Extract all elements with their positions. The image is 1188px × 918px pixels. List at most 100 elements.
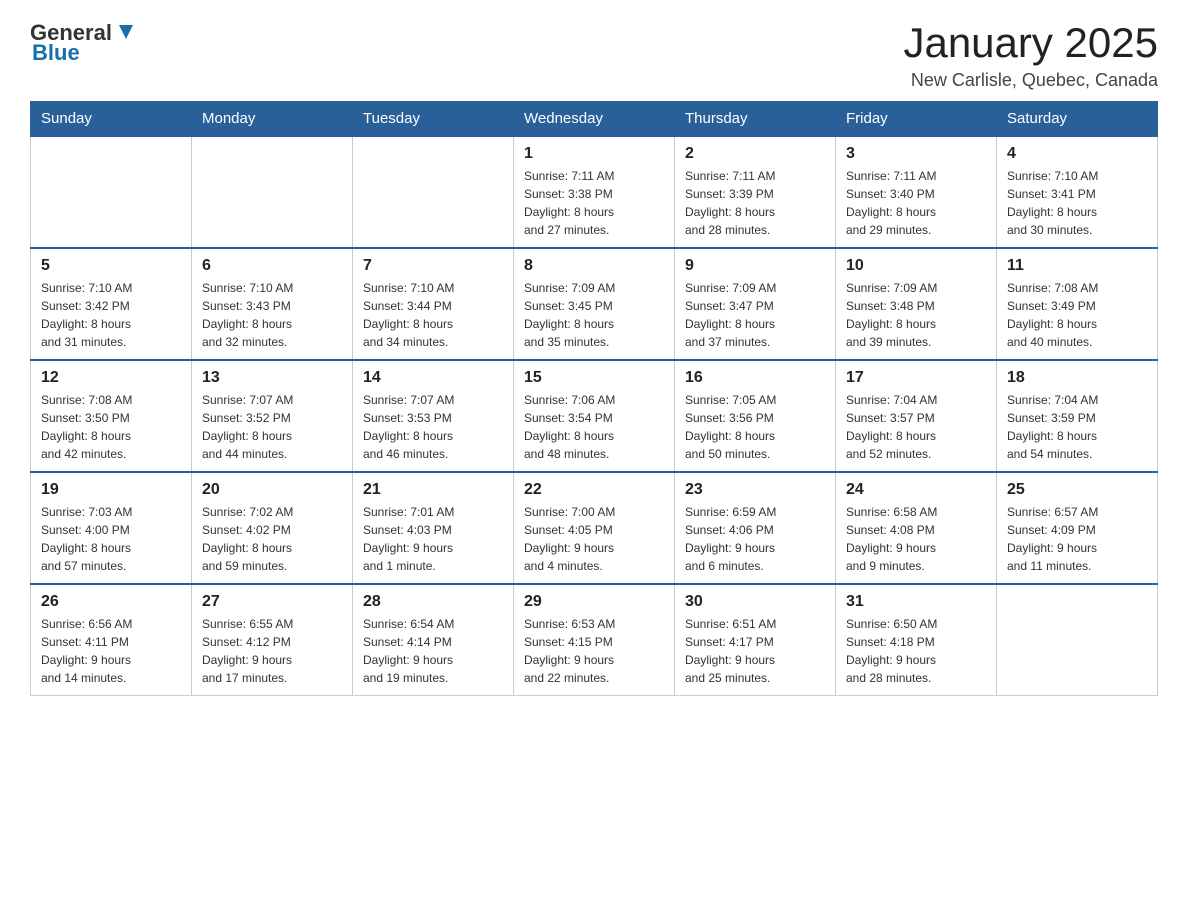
calendar-cell: 14 Sunrise: 7:07 AM Sunset: 3:53 PM Dayli… bbox=[353, 360, 514, 472]
day-info: Sunrise: 7:01 AM Sunset: 4:03 PM Dayligh… bbox=[363, 503, 503, 575]
day-info: Sunrise: 7:02 AM Sunset: 4:02 PM Dayligh… bbox=[202, 503, 342, 575]
calendar-cell: 8 Sunrise: 7:09 AM Sunset: 3:45 PM Daylig… bbox=[514, 248, 675, 360]
calendar-cell bbox=[192, 136, 353, 248]
calendar-cell: 20Sunrise: 7:02 AM Sunset: 4:02 PM Dayli… bbox=[192, 472, 353, 584]
calendar-cell bbox=[997, 584, 1158, 696]
calendar-cell: 29 Sunrise: 6:53 AM Sunset: 4:15 PM Dayli… bbox=[514, 584, 675, 696]
day-info: Sunrise: 6:54 AM Sunset: 4:14 PM Dayligh… bbox=[363, 615, 503, 687]
day-info: Sunrise: 6:55 AM Sunset: 4:12 PM Dayligh… bbox=[202, 615, 342, 687]
day-number: 19 bbox=[41, 481, 181, 499]
calendar-cell: 23Sunrise: 6:59 AM Sunset: 4:06 PM Dayli… bbox=[675, 472, 836, 584]
day-number: 13 bbox=[202, 369, 342, 387]
calendar-cell: 25 Sunrise: 6:57 AM Sunset: 4:09 PM Dayli… bbox=[997, 472, 1158, 584]
day-number: 5 bbox=[41, 257, 181, 275]
calendar-header-row: SundayMondayTuesdayWednesdayThursdayFrid… bbox=[31, 102, 1158, 137]
calendar-cell: 7 Sunrise: 7:10 AM Sunset: 3:44 PM Daylig… bbox=[353, 248, 514, 360]
week-row-4: 19 Sunrise: 7:03 AM Sunset: 4:00 PM Dayli… bbox=[31, 472, 1158, 584]
day-info: Sunrise: 7:10 AM Sunset: 3:44 PM Dayligh… bbox=[363, 279, 503, 351]
day-number: 31 bbox=[846, 593, 986, 611]
day-number: 27 bbox=[202, 593, 342, 611]
day-number: 8 bbox=[524, 257, 664, 275]
day-number: 28 bbox=[363, 593, 503, 611]
day-info: Sunrise: 6:58 AM Sunset: 4:08 PM Dayligh… bbox=[846, 503, 986, 575]
day-number: 10 bbox=[846, 257, 986, 275]
day-info: Sunrise: 7:07 AM Sunset: 3:53 PM Dayligh… bbox=[363, 391, 503, 463]
day-info: Sunrise: 7:08 AM Sunset: 3:49 PM Dayligh… bbox=[1007, 279, 1147, 351]
calendar-cell: 22 Sunrise: 7:00 AM Sunset: 4:05 PM Dayli… bbox=[514, 472, 675, 584]
day-info: Sunrise: 7:04 AM Sunset: 3:59 PM Dayligh… bbox=[1007, 391, 1147, 463]
location: New Carlisle, Quebec, Canada bbox=[903, 70, 1158, 91]
day-number: 4 bbox=[1007, 145, 1147, 163]
calendar-cell: 9 Sunrise: 7:09 AM Sunset: 3:47 PM Daylig… bbox=[675, 248, 836, 360]
calendar-cell: 18Sunrise: 7:04 AM Sunset: 3:59 PM Dayli… bbox=[997, 360, 1158, 472]
calendar-cell: 28 Sunrise: 6:54 AM Sunset: 4:14 PM Dayli… bbox=[353, 584, 514, 696]
calendar-header-tuesday: Tuesday bbox=[353, 102, 514, 137]
calendar-cell: 6Sunrise: 7:10 AM Sunset: 3:43 PM Daylig… bbox=[192, 248, 353, 360]
day-number: 21 bbox=[363, 481, 503, 499]
calendar-cell: 31Sunrise: 6:50 AM Sunset: 4:18 PM Dayli… bbox=[836, 584, 997, 696]
logo: General Blue bbox=[30, 20, 137, 66]
calendar-cell: 19 Sunrise: 7:03 AM Sunset: 4:00 PM Dayli… bbox=[31, 472, 192, 584]
calendar-cell: 24Sunrise: 6:58 AM Sunset: 4:08 PM Dayli… bbox=[836, 472, 997, 584]
week-row-1: 1Sunrise: 7:11 AM Sunset: 3:38 PM Daylig… bbox=[31, 136, 1158, 248]
calendar-cell: 11Sunrise: 7:08 AM Sunset: 3:49 PM Dayli… bbox=[997, 248, 1158, 360]
calendar-header-friday: Friday bbox=[836, 102, 997, 137]
calendar-cell: 27 Sunrise: 6:55 AM Sunset: 4:12 PM Dayli… bbox=[192, 584, 353, 696]
day-info: Sunrise: 6:53 AM Sunset: 4:15 PM Dayligh… bbox=[524, 615, 664, 687]
day-number: 1 bbox=[524, 145, 664, 163]
calendar-cell bbox=[353, 136, 514, 248]
day-number: 25 bbox=[1007, 481, 1147, 499]
calendar-header-sunday: Sunday bbox=[31, 102, 192, 137]
calendar-cell: 21 Sunrise: 7:01 AM Sunset: 4:03 PM Dayli… bbox=[353, 472, 514, 584]
day-info: Sunrise: 7:00 AM Sunset: 4:05 PM Dayligh… bbox=[524, 503, 664, 575]
day-info: Sunrise: 7:10 AM Sunset: 3:41 PM Dayligh… bbox=[1007, 167, 1147, 239]
calendar-cell: 17 Sunrise: 7:04 AM Sunset: 3:57 PM Dayli… bbox=[836, 360, 997, 472]
day-info: Sunrise: 7:08 AM Sunset: 3:50 PM Dayligh… bbox=[41, 391, 181, 463]
day-info: Sunrise: 7:06 AM Sunset: 3:54 PM Dayligh… bbox=[524, 391, 664, 463]
day-info: Sunrise: 7:10 AM Sunset: 3:43 PM Dayligh… bbox=[202, 279, 342, 351]
day-number: 17 bbox=[846, 369, 986, 387]
calendar-cell: 5 Sunrise: 7:10 AM Sunset: 3:42 PM Daylig… bbox=[31, 248, 192, 360]
calendar-cell: 10 Sunrise: 7:09 AM Sunset: 3:48 PM Dayli… bbox=[836, 248, 997, 360]
day-number: 30 bbox=[685, 593, 825, 611]
day-info: Sunrise: 7:07 AM Sunset: 3:52 PM Dayligh… bbox=[202, 391, 342, 463]
day-number: 2 bbox=[685, 145, 825, 163]
calendar-cell: 13 Sunrise: 7:07 AM Sunset: 3:52 PM Dayli… bbox=[192, 360, 353, 472]
calendar-header-monday: Monday bbox=[192, 102, 353, 137]
day-info: Sunrise: 7:09 AM Sunset: 3:45 PM Dayligh… bbox=[524, 279, 664, 351]
day-number: 22 bbox=[524, 481, 664, 499]
day-number: 12 bbox=[41, 369, 181, 387]
day-info: Sunrise: 7:09 AM Sunset: 3:47 PM Dayligh… bbox=[685, 279, 825, 351]
day-info: Sunrise: 7:10 AM Sunset: 3:42 PM Dayligh… bbox=[41, 279, 181, 351]
day-number: 16 bbox=[685, 369, 825, 387]
day-number: 3 bbox=[846, 145, 986, 163]
day-number: 26 bbox=[41, 593, 181, 611]
calendar-cell: 12 Sunrise: 7:08 AM Sunset: 3:50 PM Dayli… bbox=[31, 360, 192, 472]
day-info: Sunrise: 7:11 AM Sunset: 3:39 PM Dayligh… bbox=[685, 167, 825, 239]
calendar-header-wednesday: Wednesday bbox=[514, 102, 675, 137]
calendar-table: SundayMondayTuesdayWednesdayThursdayFrid… bbox=[30, 101, 1158, 696]
logo-triangle-icon bbox=[115, 21, 137, 43]
week-row-2: 5 Sunrise: 7:10 AM Sunset: 3:42 PM Daylig… bbox=[31, 248, 1158, 360]
day-info: Sunrise: 7:03 AM Sunset: 4:00 PM Dayligh… bbox=[41, 503, 181, 575]
calendar-cell: 3 Sunrise: 7:11 AM Sunset: 3:40 PM Daylig… bbox=[836, 136, 997, 248]
calendar-header-saturday: Saturday bbox=[997, 102, 1158, 137]
day-info: Sunrise: 7:04 AM Sunset: 3:57 PM Dayligh… bbox=[846, 391, 986, 463]
day-info: Sunrise: 7:09 AM Sunset: 3:48 PM Dayligh… bbox=[846, 279, 986, 351]
day-info: Sunrise: 6:57 AM Sunset: 4:09 PM Dayligh… bbox=[1007, 503, 1147, 575]
day-info: Sunrise: 7:05 AM Sunset: 3:56 PM Dayligh… bbox=[685, 391, 825, 463]
day-number: 7 bbox=[363, 257, 503, 275]
day-number: 9 bbox=[685, 257, 825, 275]
calendar-cell bbox=[31, 136, 192, 248]
day-number: 14 bbox=[363, 369, 503, 387]
calendar-header-thursday: Thursday bbox=[675, 102, 836, 137]
day-info: Sunrise: 6:51 AM Sunset: 4:17 PM Dayligh… bbox=[685, 615, 825, 687]
calendar-cell: 16 Sunrise: 7:05 AM Sunset: 3:56 PM Dayli… bbox=[675, 360, 836, 472]
day-info: Sunrise: 7:11 AM Sunset: 3:40 PM Dayligh… bbox=[846, 167, 986, 239]
month-title: January 2025 bbox=[903, 20, 1158, 66]
day-number: 15 bbox=[524, 369, 664, 387]
day-number: 29 bbox=[524, 593, 664, 611]
calendar-cell: 4 Sunrise: 7:10 AM Sunset: 3:41 PM Daylig… bbox=[997, 136, 1158, 248]
title-section: January 2025 New Carlisle, Quebec, Canad… bbox=[903, 20, 1158, 91]
calendar-cell: 26Sunrise: 6:56 AM Sunset: 4:11 PM Dayli… bbox=[31, 584, 192, 696]
